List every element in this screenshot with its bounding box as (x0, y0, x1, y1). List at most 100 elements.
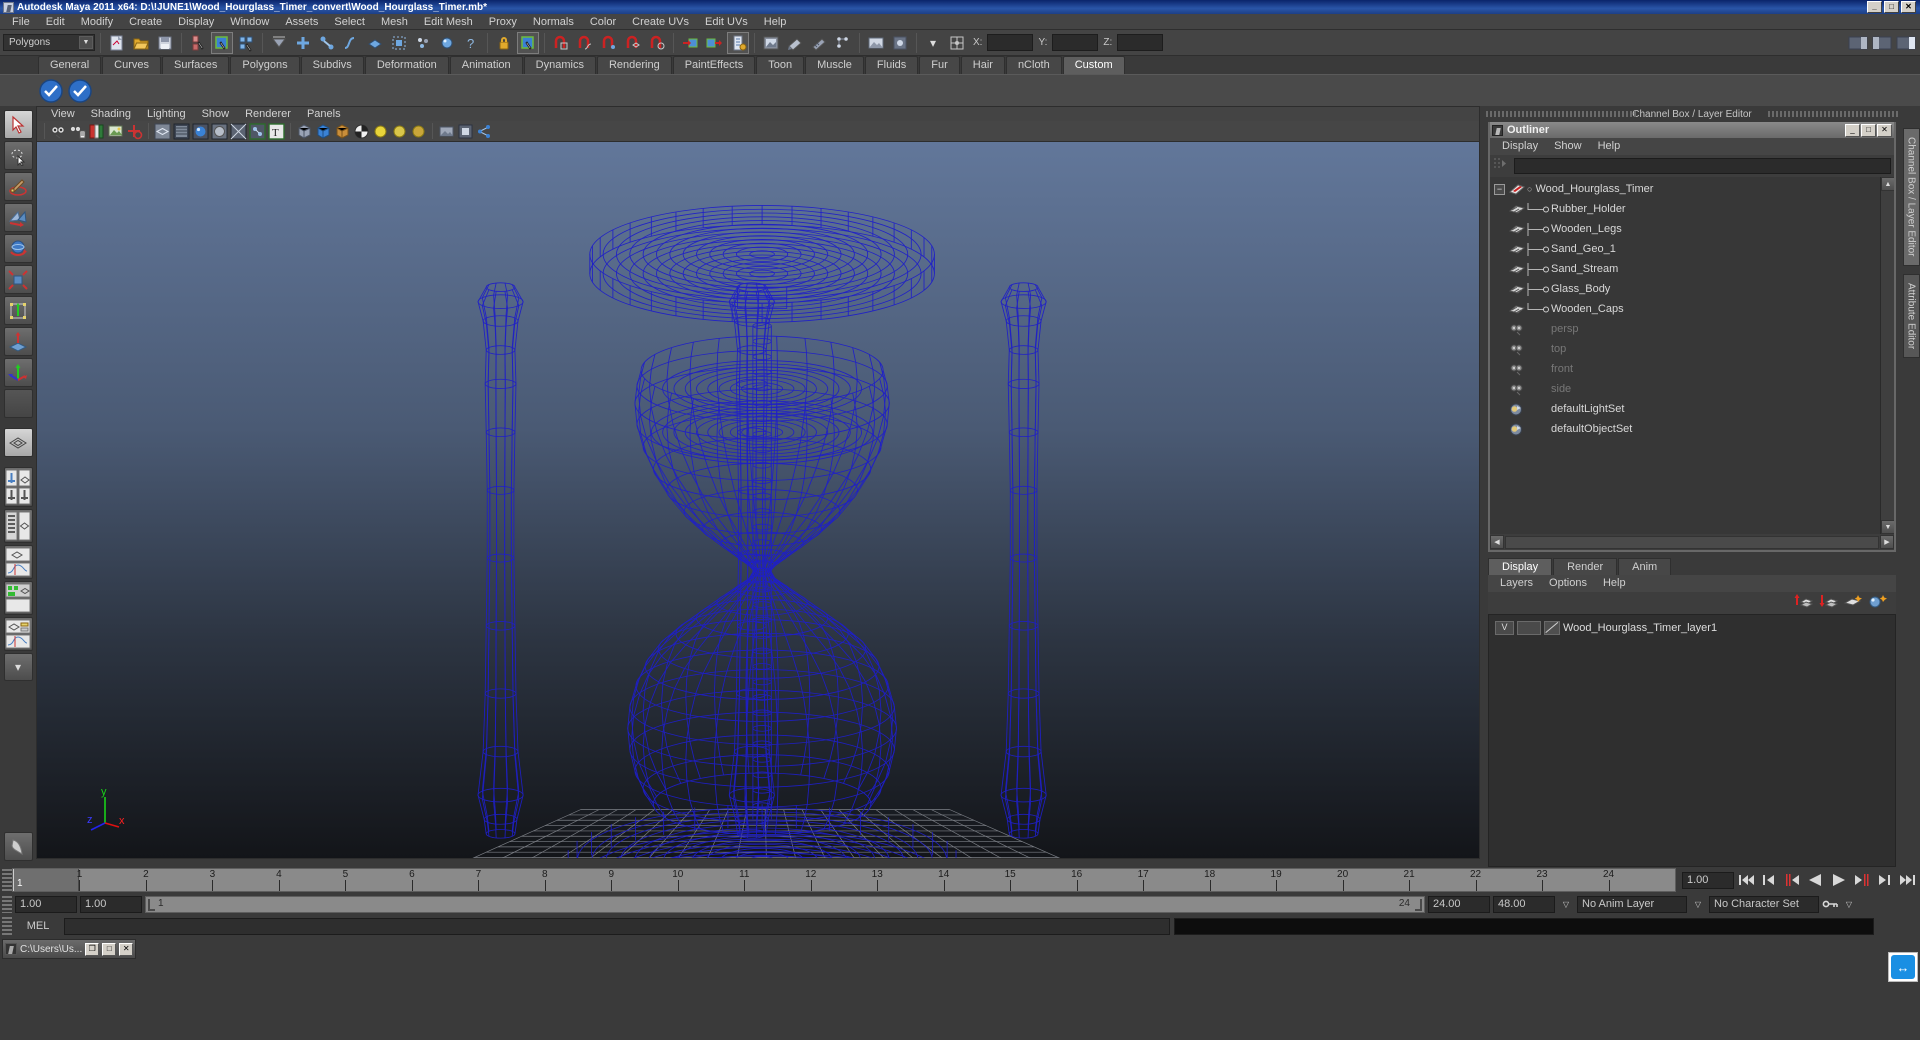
shelf-tab-surfaces[interactable]: Surfaces (161, 56, 230, 74)
lighting-icon[interactable] (211, 123, 228, 140)
ipr-render-icon[interactable] (784, 32, 806, 54)
show-hide-channel-box-icon[interactable] (1895, 32, 1917, 54)
new-layer-from-selected-icon[interactable] (1868, 593, 1888, 614)
render-current-frame-icon[interactable] (760, 32, 782, 54)
shelf-tab-curves[interactable]: Curves (102, 56, 161, 74)
image-plane-icon[interactable] (107, 123, 124, 140)
more-layouts-dropdown[interactable]: ▾ (3, 653, 33, 681)
outliner-row-default-object-set[interactable]: defaultObjectSet (1490, 419, 1894, 439)
outliner-row-side[interactable]: side (1490, 379, 1894, 399)
layer-list[interactable]: V Wood_Hourglass_Timer_layer1 (1488, 614, 1896, 867)
z-coordinate-field[interactable] (1117, 34, 1164, 51)
outliner-row-default-light-set[interactable]: defaultLightSet (1490, 399, 1894, 419)
vtab-channel-box-layer-editor[interactable]: Channel Box / Layer Editor (1902, 128, 1920, 266)
menu-create[interactable]: Create (121, 14, 170, 30)
shelf-tab-fur[interactable]: Fur (919, 56, 960, 74)
menu-proxy[interactable]: Proxy (481, 14, 525, 30)
wireframe-icon[interactable] (154, 123, 171, 140)
shelf-tab-ncloth[interactable]: nCloth (1005, 56, 1062, 74)
mask-misc-icon[interactable]: ? (460, 32, 482, 54)
show-hide-attribute-editor-icon[interactable] (1847, 32, 1869, 54)
outliner-search-input[interactable] (1514, 158, 1891, 174)
highlight-selection-icon[interactable] (517, 31, 539, 54)
shelf-tab-animation[interactable]: Animation (449, 56, 523, 74)
current-time-field[interactable]: 1.00 (1682, 871, 1734, 889)
3d-viewport[interactable]: y z x (36, 141, 1480, 859)
outliner-row-front[interactable]: front (1490, 359, 1894, 379)
window-maximize-button[interactable]: □ (1884, 1, 1899, 13)
render-settings-icon[interactable] (808, 32, 830, 54)
time-slider-track[interactable]: 1 1 2 3 4 5 6 7 8 9 10 11 12 13 14 15 16 17 18 19 20 21 22 23 2… (12, 868, 1676, 892)
outliner-row-wood-hourglass-timer[interactable]: − ○ Wood_Hourglass_Timer (1490, 179, 1894, 199)
shelf-tab-custom[interactable]: Custom (1062, 56, 1125, 74)
step-forward-key-icon[interactable] (1851, 870, 1872, 890)
last-tool-used[interactable] (3, 358, 33, 387)
maya-help-icon[interactable] (3, 832, 33, 861)
move-layer-down-icon[interactable] (1818, 593, 1839, 614)
scroll-left-icon[interactable]: ◀ (1490, 535, 1504, 549)
outliner-menu-show[interactable]: Show (1546, 138, 1590, 155)
snap-to-view-plane-icon[interactable] (646, 32, 668, 54)
expander-toggle[interactable]: − (1494, 183, 1505, 195)
menu-color[interactable]: Color (582, 14, 624, 30)
shelf-tab-toon[interactable]: Toon (756, 56, 805, 74)
output-connections-icon[interactable] (703, 32, 725, 54)
step-forward-frame-icon[interactable] (1874, 870, 1895, 890)
viewport-menu-renderer[interactable]: Renderer (237, 107, 299, 122)
absolute-transform-icon[interactable] (946, 32, 968, 54)
mask-surfaces-icon[interactable] (364, 32, 386, 54)
anim-end-time-field[interactable]: 48.00 (1493, 895, 1555, 913)
shelf-tab-rendering[interactable]: Rendering (596, 56, 672, 74)
menu-window[interactable]: Window (222, 14, 277, 30)
shelf-tab-general[interactable]: General (38, 56, 102, 74)
mask-joints-icon[interactable] (316, 32, 338, 54)
layer-visibility-toggle[interactable]: V (1495, 620, 1514, 635)
outliner-tree[interactable]: − ○ Wood_Hourglass_Timer Rubber_Holder W… (1490, 177, 1894, 534)
outliner-row-wooden-legs[interactable]: Wooden_Legs (1490, 219, 1894, 239)
snap-to-projected-center-icon[interactable] (622, 32, 644, 54)
move-layer-up-icon[interactable] (1793, 593, 1814, 614)
anim-layer-dropdown[interactable]: No Anim Layer (1577, 895, 1687, 913)
select-tool[interactable] (3, 110, 33, 139)
light-3-icon[interactable] (410, 123, 427, 140)
shadows-icon[interactable] (315, 123, 332, 140)
custom-shelf-icon-2[interactable] (67, 78, 93, 104)
mask-handles-icon[interactable] (292, 32, 314, 54)
outliner-horizontal-scrollbar[interactable]: ◀ ▶ (1490, 534, 1894, 550)
transform-coordinate-dropdown-icon[interactable]: ▾ (922, 32, 944, 54)
go-to-start-icon[interactable] (1736, 870, 1757, 890)
menu-help[interactable]: Help (756, 14, 795, 30)
shelf-tab-dynamics[interactable]: Dynamics (523, 56, 596, 74)
selection-mask-menu-icon[interactable] (268, 32, 290, 54)
menu-assets[interactable]: Assets (277, 14, 326, 30)
hscroll-thumb[interactable] (1505, 535, 1879, 549)
save-scene-icon[interactable] (154, 32, 176, 54)
range-right-handle[interactable] (1415, 898, 1422, 911)
layer-menu-layers[interactable]: Layers (1492, 575, 1541, 592)
construction-history-icon[interactable] (727, 31, 749, 54)
outliner-persp-layout[interactable] (3, 545, 33, 579)
taskbar-window-item[interactable]: C:\Users\Us... ❐ □ ✕ (2, 939, 137, 959)
scroll-right-icon[interactable]: ▶ (1880, 535, 1894, 549)
shelf-tab-polygons[interactable]: Polygons (230, 56, 300, 74)
hardware-texturing-icon[interactable] (192, 123, 209, 140)
menu-modify[interactable]: Modify (73, 14, 121, 30)
go-to-end-icon[interactable] (1897, 870, 1918, 890)
light-1-icon[interactable] (372, 123, 389, 140)
chevron-down-icon[interactable]: ▽ (1558, 896, 1574, 913)
xray-joints-icon[interactable] (249, 122, 266, 140)
outliner-restore-button[interactable]: □ (1861, 123, 1876, 137)
command-language-label[interactable]: MEL (16, 920, 60, 932)
outliner-row-sand-geo-1[interactable]: Sand_Geo_1 (1490, 239, 1894, 259)
viewport-menu-view[interactable]: View (43, 107, 83, 122)
select-by-object-type-icon[interactable] (211, 31, 233, 54)
layer-playback-toggle[interactable] (1517, 620, 1541, 635)
new-empty-layer-icon[interactable] (1843, 593, 1863, 614)
tab-display[interactable]: Display (1488, 558, 1553, 575)
menu-edit-uvs[interactable]: Edit UVs (697, 14, 756, 30)
range-start-time-field[interactable]: 1.00 (80, 895, 142, 913)
command-line-grip[interactable] (2, 917, 12, 935)
menu-display[interactable]: Display (170, 14, 222, 30)
chevron-down-icon[interactable]: ▽ (1841, 896, 1857, 913)
outliner-vertical-scrollbar[interactable]: ▲ ▼ (1880, 177, 1894, 534)
